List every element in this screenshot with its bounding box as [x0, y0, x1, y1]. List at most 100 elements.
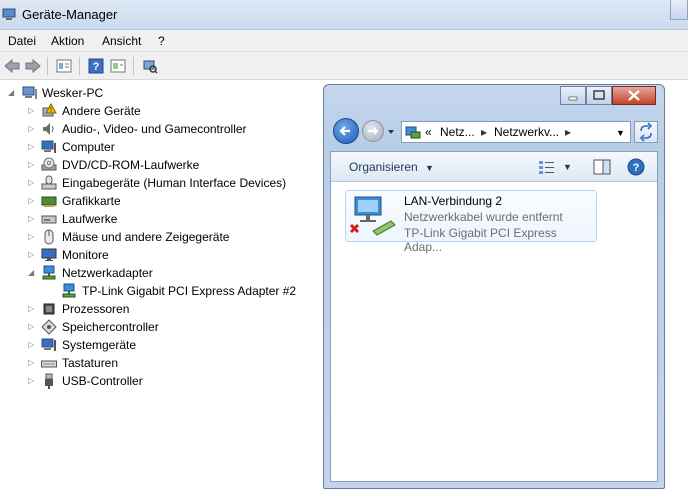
- tree-item-tplink-adapter[interactable]: TP-Link Gigabit PCI Express Adapter #2: [0, 282, 320, 300]
- recent-pages-chevron-icon[interactable]: [387, 128, 395, 136]
- menu-ansicht[interactable]: Ansicht: [102, 34, 141, 48]
- tree-item-label: Netzwerkadapter: [62, 266, 153, 280]
- breadcrumb-separator: ▸: [565, 125, 572, 139]
- properties-icon[interactable]: [55, 57, 73, 75]
- close-icon: [628, 90, 640, 101]
- connection-tile[interactable]: LAN-Verbindung 2 Netzwerkkabel wurde ent…: [345, 190, 597, 254]
- minimize-button[interactable]: [560, 86, 586, 105]
- forward-icon[interactable]: [24, 57, 42, 75]
- tree-item-dvd[interactable]: ▷ DVD/CD-ROM-Laufwerke: [0, 156, 320, 174]
- monitor-icon: [41, 248, 57, 261]
- tree-item-netzwerkadapter[interactable]: ◢ Netzwerkadapter: [0, 264, 320, 282]
- tree-item-label: USB-Controller: [62, 374, 143, 388]
- toolbar-separator: [133, 57, 134, 75]
- tree-item-label: Mäuse und andere Zeigegeräte: [62, 230, 230, 244]
- network-adapter-icon: [42, 265, 56, 280]
- tree-item-systemgeraete[interactable]: ▷ Systemgeräte: [0, 336, 320, 354]
- tree-item-label: DVD/CD-ROM-Laufwerke: [62, 158, 200, 172]
- back-button[interactable]: [333, 118, 359, 144]
- tree-item-label: TP-Link Gigabit PCI Express Adapter #2: [82, 284, 297, 298]
- expand-icon[interactable]: ▷: [28, 376, 37, 385]
- forward-arrow-icon: [368, 127, 379, 135]
- tree-item-audio[interactable]: ▷ Audio-, Video- und Gamecontroller: [0, 120, 320, 138]
- computer-icon: [22, 86, 37, 99]
- connection-status: Netzwerkkabel wurde entfernt: [404, 210, 563, 224]
- tree-item-label: Monitore: [62, 248, 109, 262]
- back-arrow-icon: [339, 126, 350, 136]
- expand-icon[interactable]: ▷: [28, 178, 37, 187]
- network-connection-icon: [349, 196, 396, 236]
- help-icon[interactable]: ?: [627, 158, 645, 176]
- svg-text:!: !: [50, 107, 52, 114]
- tree-item-label: Grafikkarte: [62, 194, 121, 208]
- breadcrumb-overflow[interactable]: «: [425, 125, 432, 139]
- keyboard-icon: [41, 360, 57, 368]
- expand-icon[interactable]: ▷: [28, 322, 37, 331]
- close-button[interactable]: [612, 86, 656, 105]
- address-dropdown-icon[interactable]: ▼: [616, 128, 625, 138]
- tree-item-label: Tastaturen: [62, 356, 119, 370]
- title-bar: Geräte-Manager: [0, 0, 688, 30]
- address-bar[interactable]: « Netz... ▸ Netzwerkv... ▸ ▼: [401, 121, 631, 143]
- mouse-icon: [44, 229, 54, 245]
- expand-icon[interactable]: ▷: [28, 160, 37, 169]
- refresh-icon: [639, 122, 653, 142]
- window-title: Geräte-Manager: [22, 7, 118, 22]
- tree-item-speichercontroller[interactable]: ▷ Speichercontroller: [0, 318, 320, 336]
- minimize-button[interactable]: [670, 0, 688, 20]
- expand-icon[interactable]: ▷: [28, 214, 37, 223]
- expand-icon[interactable]: ▷: [28, 232, 37, 241]
- breadcrumb-netz[interactable]: Netz...: [440, 125, 475, 139]
- storage-controller-icon: [41, 319, 57, 335]
- chevron-down-icon: ▼: [425, 163, 434, 173]
- organize-button[interactable]: Organisieren ▼: [349, 160, 434, 174]
- menu-help[interactable]: ?: [158, 34, 165, 48]
- menu-bar: Datei Aktion Ansicht ?: [0, 30, 688, 52]
- tree-item-computer[interactable]: ▷ Computer: [0, 138, 320, 156]
- menu-aktion[interactable]: Aktion: [51, 34, 84, 48]
- menu-datei[interactable]: Datei: [8, 34, 36, 48]
- expand-icon[interactable]: ▷: [28, 304, 37, 313]
- toolbar: ?: [0, 52, 688, 80]
- show-hidden-icon[interactable]: [109, 57, 127, 75]
- tree-item-label: Computer: [62, 140, 115, 154]
- network-adapter-icon: [62, 283, 76, 298]
- tree-item-maeuse[interactable]: ▷ Mäuse und andere Zeigegeräte: [0, 228, 320, 246]
- preview-pane-icon[interactable]: [593, 159, 611, 175]
- tree-item-monitore[interactable]: ▷ Monitore: [0, 246, 320, 264]
- command-bar: Organisieren ▼ ▼ ?: [331, 152, 657, 182]
- expand-icon[interactable]: ▷: [28, 358, 37, 367]
- breadcrumb-netzwerkv[interactable]: Netzwerkv...: [494, 125, 559, 139]
- back-icon[interactable]: [3, 57, 21, 75]
- tree-item-laufwerke[interactable]: ▷ Laufwerke: [0, 210, 320, 228]
- svg-text:?: ?: [93, 61, 100, 73]
- tree-item-hid[interactable]: ▷ Eingabegeräte (Human Interface Devices…: [0, 174, 320, 192]
- collapse-icon[interactable]: ◢: [28, 268, 37, 277]
- expand-icon[interactable]: ▷: [28, 142, 37, 151]
- content-pane: Organisieren ▼ ▼ ? LAN-Verbindung 2 Netz…: [330, 151, 658, 482]
- expand-icon[interactable]: ▷: [28, 250, 37, 259]
- tree-root[interactable]: ◢ Wesker-PC: [0, 84, 200, 102]
- network-connections-window[interactable]: « Netz... ▸ Netzwerkv... ▸ ▼ Organisiere…: [323, 84, 665, 489]
- refresh-button[interactable]: [634, 121, 658, 143]
- expand-icon[interactable]: ▷: [28, 106, 37, 115]
- warning-device-icon: !: [42, 103, 57, 117]
- tree-item-usb[interactable]: ▷ USB-Controller: [0, 372, 320, 390]
- expand-icon[interactable]: ▷: [28, 124, 37, 133]
- tree-item-prozessoren[interactable]: ▷ Prozessoren: [0, 300, 320, 318]
- toolbar-separator: [79, 57, 80, 75]
- tree-item-andere-geraete[interactable]: ▷ ! Andere Geräte: [0, 102, 320, 120]
- tree-item-grafikkarte[interactable]: ▷ Grafikkarte: [0, 192, 320, 210]
- tree-item-label: Eingabegeräte (Human Interface Devices): [62, 176, 287, 190]
- maximize-button[interactable]: [586, 86, 612, 105]
- view-options-chevron-icon[interactable]: ▼: [563, 162, 572, 172]
- scan-hardware-icon[interactable]: [141, 57, 159, 75]
- forward-button[interactable]: [362, 120, 384, 142]
- collapse-icon[interactable]: ◢: [8, 88, 17, 97]
- help-icon[interactable]: ?: [87, 57, 105, 75]
- expand-icon[interactable]: ▷: [28, 340, 37, 349]
- minimize-icon: [568, 96, 578, 101]
- tree-item-tastaturen[interactable]: ▷ Tastaturen: [0, 354, 320, 372]
- view-options-icon[interactable]: [538, 159, 556, 175]
- expand-icon[interactable]: ▷: [28, 196, 37, 205]
